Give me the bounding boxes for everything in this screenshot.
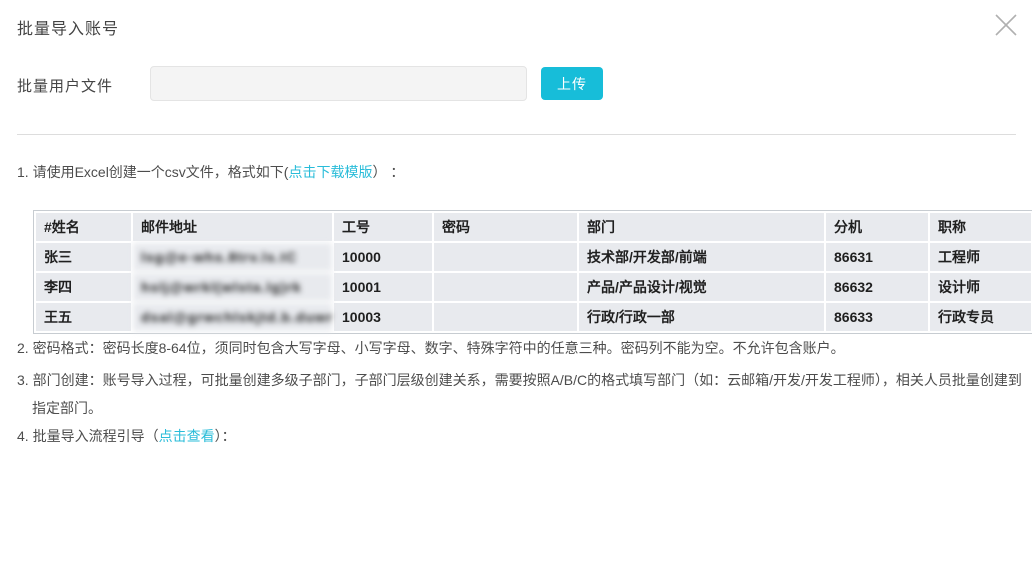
instruction-1-suffix: ） ： bbox=[372, 164, 404, 180]
cell-password bbox=[434, 303, 577, 331]
cell-dept: 行政/行政一部 bbox=[579, 303, 824, 331]
col-header-email: 邮件地址 bbox=[133, 213, 332, 241]
instruction-item-2: 2. 密码格式：密码长度8-64位，须同时包含大写字母、小写字母、数字、特殊字符… bbox=[17, 334, 1032, 362]
cell-title: 行政专员 bbox=[930, 303, 1031, 331]
file-path-input[interactable] bbox=[150, 66, 527, 101]
col-header-password: 密码 bbox=[434, 213, 577, 241]
download-template-link[interactable]: 点击下载模版 bbox=[288, 164, 372, 180]
cell-name: 王五 bbox=[36, 303, 131, 331]
cell-empid: 10001 bbox=[334, 273, 432, 301]
instruction-item-4: 4. 批量导入流程引导（点击查看）： bbox=[17, 422, 1032, 450]
cell-password bbox=[434, 273, 577, 301]
csv-format-sample-table: #姓名 邮件地址 工号 密码 部门 分机 职称 张三 lsg@e-whs.8tr… bbox=[33, 210, 1032, 334]
page-title: 批量导入账号 bbox=[17, 15, 119, 39]
cell-empid: 10003 bbox=[334, 303, 432, 331]
cell-password bbox=[434, 243, 577, 271]
table-header-row: #姓名 邮件地址 工号 密码 部门 分机 职称 bbox=[36, 213, 1031, 241]
close-icon bbox=[992, 11, 1020, 39]
batch-user-file-label: 批量用户文件 bbox=[17, 75, 113, 96]
instruction-item-3: 3. 部门创建：账号导入过程，可批量创建多级子部门，子部门层级创建关系，需要按照… bbox=[17, 366, 1032, 422]
close-button[interactable] bbox=[990, 10, 1022, 42]
col-header-title: 职称 bbox=[930, 213, 1031, 241]
cell-ext: 86633 bbox=[826, 303, 928, 331]
batch-import-dialog: 批量导入账号 批量用户文件 上传 1. 请使用Excel创建一个csv文件，格式… bbox=[0, 0, 1032, 585]
col-header-empid: 工号 bbox=[334, 213, 432, 241]
instruction-item-1: 1. 请使用Excel创建一个csv文件，格式如下(点击下载模版） ： bbox=[17, 158, 1032, 186]
instruction-4-text: 4. 批量导入流程引导（ bbox=[17, 428, 159, 444]
cell-ext: 86631 bbox=[826, 243, 928, 271]
cell-title: 设计师 bbox=[930, 273, 1031, 301]
col-header-name: #姓名 bbox=[36, 213, 131, 241]
col-header-dept: 部门 bbox=[579, 213, 824, 241]
cell-email-redacted: lsg@e-whs.8trv.ls.tC bbox=[133, 243, 332, 271]
cell-ext: 86632 bbox=[826, 273, 928, 301]
view-guide-link[interactable]: 点击查看 bbox=[159, 428, 215, 444]
cell-name: 李四 bbox=[36, 273, 131, 301]
instruction-1-text: 1. 请使用Excel创建一个csv文件，格式如下( bbox=[17, 164, 288, 180]
table-row: 李四 hslj@wrkl(wlsta.lg)rk 10001 产品/产品设计/视… bbox=[36, 273, 1031, 301]
cell-name: 张三 bbox=[36, 243, 131, 271]
upload-button[interactable]: 上传 bbox=[541, 67, 603, 100]
cell-email-redacted: hslj@wrkl(wlsta.lg)rk bbox=[133, 273, 332, 301]
cell-empid: 10000 bbox=[334, 243, 432, 271]
section-divider bbox=[17, 134, 1016, 135]
cell-email-redacted: dsal@grwchlskjtd.b.duwr bbox=[133, 303, 332, 331]
table-row: 张三 lsg@e-whs.8trv.ls.tC 10000 技术部/开发部/前端… bbox=[36, 243, 1031, 271]
cell-title: 工程师 bbox=[930, 243, 1031, 271]
instruction-4-suffix: ）： bbox=[215, 428, 236, 444]
table-row: 王五 dsal@grwchlskjtd.b.duwr 10003 行政/行政一部… bbox=[36, 303, 1031, 331]
cell-dept: 产品/产品设计/视觉 bbox=[579, 273, 824, 301]
col-header-ext: 分机 bbox=[826, 213, 928, 241]
cell-dept: 技术部/开发部/前端 bbox=[579, 243, 824, 271]
